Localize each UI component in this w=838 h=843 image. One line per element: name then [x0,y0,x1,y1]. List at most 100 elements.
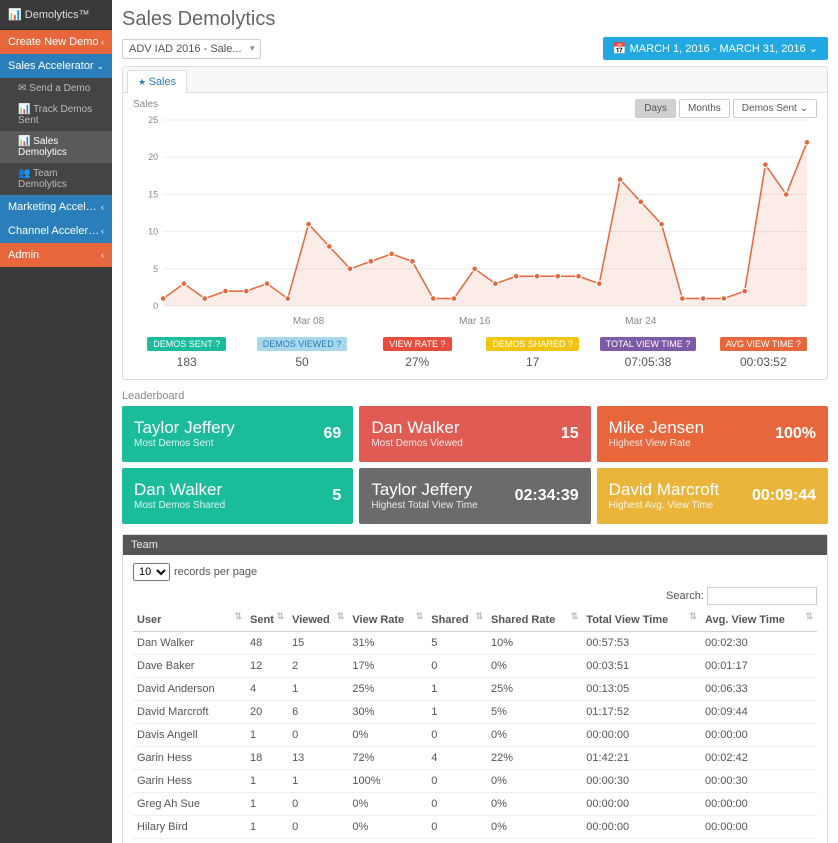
table-row: Greg Ah Sue100%00%00:00:0000:00:00 [133,793,817,816]
table-cell: 00:02:42 [701,747,817,770]
column-header[interactable]: User⇅ [133,609,246,632]
team-header: Team [123,535,827,555]
table-cell: 00:00:44 [701,839,817,843]
metric-value: 17 [475,355,590,369]
leader-stat: 00:09:44 [752,487,816,505]
table-cell: 00:01:17 [701,655,817,678]
metric-label: DEMOS VIEWED ? [257,337,348,351]
chart-tabs: Sales [123,67,827,93]
table-cell: 5% [487,701,582,724]
table-cell: Garin Hess [133,747,246,770]
toggle-days[interactable]: Days [635,99,676,118]
leader-card[interactable]: Dan Walker Most Demos Viewed 15 [359,406,590,462]
table-cell: 1 [246,770,288,793]
table-cell: 00:00:30 [701,770,817,793]
table-cell: 0% [487,770,582,793]
sidebar-sub-team-demolytics[interactable]: 👥 Team Demolytics [0,163,112,195]
table-cell: 00:00:00 [582,816,701,839]
metric-avg-view-time: AVG VIEW TIME ? 00:03:52 [706,336,821,369]
table-cell: 0 [427,816,487,839]
toggle-months[interactable]: Months [679,99,730,118]
table-row: Hilary Bird100%00%00:00:0000:00:00 [133,816,817,839]
chevron-left-icon: ‹ [101,202,104,212]
help-icon[interactable]: ? [440,339,445,349]
metric-value: 183 [129,355,244,369]
table-cell: David Marcroft [133,701,246,724]
table-cell: 01:17:52 [582,701,701,724]
table-cell: 1 [246,793,288,816]
search-input[interactable] [707,587,817,605]
column-header[interactable]: Shared⇅ [427,609,487,632]
table-cell: 00:00:00 [582,724,701,747]
help-icon[interactable]: ? [568,339,573,349]
sidebar-create-demo[interactable]: Create New Demo‹ [0,30,112,54]
table-cell: 30% [348,701,427,724]
leader-card[interactable]: Mike Jensen Highest View Rate 100% [597,406,828,462]
column-header[interactable]: Shared Rate⇅ [487,609,582,632]
records-per-page-select[interactable]: 10 [133,563,170,581]
sidebar-sales-accelerator[interactable]: Sales Accelerator⌄ [0,54,112,78]
leader-card[interactable]: Taylor Jeffery Most Demos Sent 69 [122,406,353,462]
column-header[interactable]: View Rate⇅ [348,609,427,632]
campaign-selector[interactable]: ADV IAD 2016 - Sale... [122,39,261,59]
help-icon[interactable]: ? [685,339,690,349]
sort-icon: ⇅ [277,614,285,619]
table-cell: 00:57:53 [582,632,701,655]
team-table: User⇅Sent⇅Viewed⇅View Rate⇅Shared⇅Shared… [133,609,817,843]
leader-stat: 15 [561,425,579,443]
table-cell: 18 [246,747,288,770]
svg-text:Mar 24: Mar 24 [625,316,657,327]
table-cell: 2 [288,839,348,843]
column-header[interactable]: Viewed⇅ [288,609,348,632]
calendar-icon: 📅 [613,43,627,55]
help-icon[interactable]: ? [215,339,220,349]
metric-dropdown[interactable]: Demos Sent ⌄ [733,99,817,118]
table-cell: 01:42:21 [582,747,701,770]
leader-card[interactable]: David Marcroft Highest Avg. View Time 00… [597,468,828,524]
leader-sub: Highest View Rate [609,438,704,449]
table-cell: 00:06:33 [701,678,817,701]
table-cell: 00:09:44 [701,701,817,724]
chevron-left-icon: ‹ [101,37,104,47]
table-cell: 22% [487,747,582,770]
table-cell: 00:13:05 [582,678,701,701]
column-header[interactable]: Sent⇅ [246,609,288,632]
sort-icon: ⇅ [416,614,424,619]
leader-card[interactable]: Taylor Jeffery Highest Total View Time 0… [359,468,590,524]
table-cell: Hilary Bird [133,816,246,839]
svg-text:20: 20 [148,152,158,162]
tab-sales[interactable]: Sales [127,70,187,93]
leader-stat: 69 [324,425,342,443]
sidebar-channel-accelerator[interactable]: Channel Accelerator‹ [0,219,112,243]
table-cell: 25% [487,678,582,701]
metric-label: AVG VIEW TIME ? [720,337,807,351]
column-header[interactable]: Avg. View Time⇅ [701,609,817,632]
table-cell: 25% [348,678,427,701]
records-label: records per page [174,566,257,578]
sidebar-admin[interactable]: Admin‹ [0,243,112,267]
column-header[interactable]: Total View Time⇅ [582,609,701,632]
sidebar: 📊 Demolytics™ Create New Demo‹ Sales Acc… [0,0,112,843]
svg-text:15: 15 [148,189,158,199]
date-range-button[interactable]: 📅 MARCH 1, 2016 - MARCH 31, 2016 ⌄ [603,37,828,60]
metric-value: 07:05:38 [590,355,705,369]
sidebar-sub-sales-demolytics[interactable]: 📊 Sales Demolytics [0,131,112,163]
chevron-left-icon: ‹ [101,250,104,260]
table-cell: 15 [288,632,348,655]
table-cell: 31% [348,632,427,655]
table-cell: 00:03:51 [582,655,701,678]
metric-demos-viewed: DEMOS VIEWED ? 50 [244,336,359,369]
table-cell: Jake Reni [133,839,246,843]
sidebar-marketing-accelerator[interactable]: Marketing Accelerator‹ [0,195,112,219]
help-icon[interactable]: ? [336,339,341,349]
table-cell: Garin Hess [133,770,246,793]
table-cell: 100% [348,770,427,793]
table-row: Davis Angell100%00%00:00:0000:00:00 [133,724,817,747]
sidebar-sub-track-demos[interactable]: 📊 Track Demos Sent [0,99,112,131]
sidebar-sub-send-demo[interactable]: ✉ Send a Demo [0,78,112,99]
table-cell: 00:01:26 [582,839,701,843]
sort-icon: ⇅ [475,614,483,619]
table-cell: 0% [348,724,427,747]
leader-card[interactable]: Dan Walker Most Demos Shared 5 [122,468,353,524]
help-icon[interactable]: ? [796,339,801,349]
